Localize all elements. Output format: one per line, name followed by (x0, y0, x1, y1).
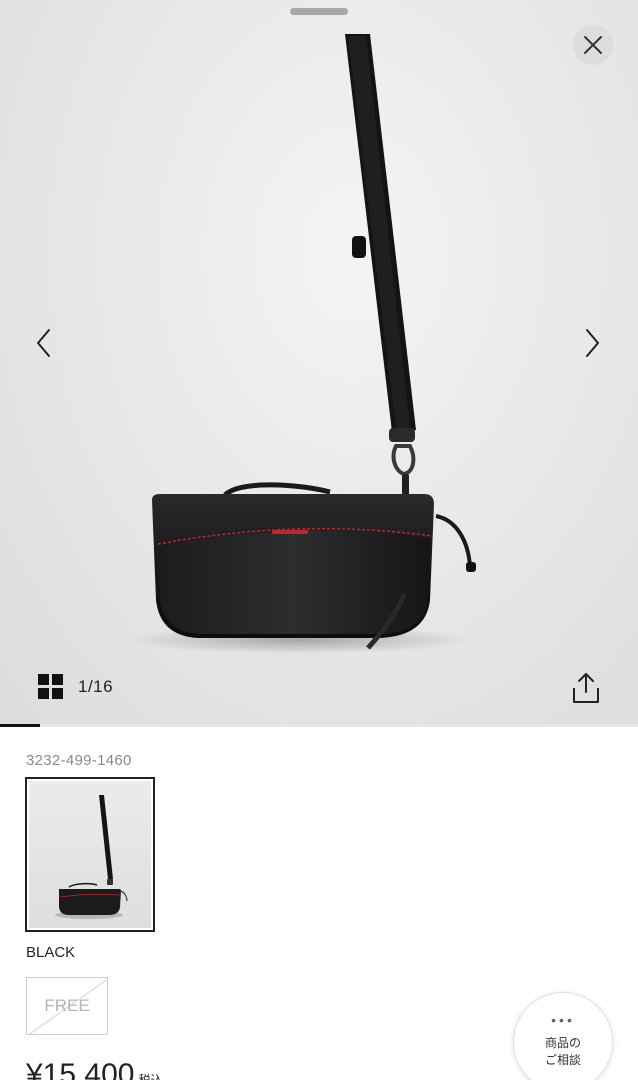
grid-view-button[interactable] (38, 674, 64, 700)
image-progress-fill (0, 724, 40, 727)
product-thumbnail-image (55, 795, 128, 919)
close-button[interactable] (573, 25, 613, 65)
grid-icon (38, 674, 63, 699)
price-value: ¥15,400 (26, 1058, 135, 1080)
color-swatch-thumbnail[interactable] (25, 777, 155, 932)
color-name: BLACK (26, 944, 76, 961)
share-icon (573, 673, 599, 703)
size-option-free[interactable]: FREE (26, 977, 108, 1035)
consultation-label-line1: 商品の (544, 1036, 581, 1050)
product-code: 3232-499-1460 (26, 752, 132, 769)
sheet-drag-handle[interactable] (290, 8, 348, 15)
size-label: FREE (44, 996, 90, 1015)
product-photo (130, 34, 476, 654)
product-image-viewer[interactable]: 1/16 (0, 0, 638, 724)
chevron-left-icon (37, 329, 50, 357)
previous-image-button[interactable] (24, 323, 64, 363)
tax-label: 税込 (138, 1073, 163, 1080)
image-progress-bar (0, 724, 638, 727)
next-image-button[interactable] (572, 323, 612, 363)
chevron-right-icon (586, 329, 599, 357)
product-consultation-button[interactable]: ••• 商品の ご相談 (513, 992, 613, 1080)
product-price: ¥15,400 税込 (26, 1058, 162, 1080)
consultation-label-line2: ご相談 (544, 1053, 581, 1067)
consultation-label: 商品の ご相談 (514, 1035, 612, 1069)
close-icon (584, 36, 602, 54)
product-detail-page: 1/16 3232-499-1460 BLACK FREE ¥15,400 税込… (0, 0, 638, 1080)
image-counter: 1/16 (78, 677, 114, 696)
more-dots-icon: ••• (551, 1012, 575, 1028)
share-button[interactable] (568, 670, 604, 706)
